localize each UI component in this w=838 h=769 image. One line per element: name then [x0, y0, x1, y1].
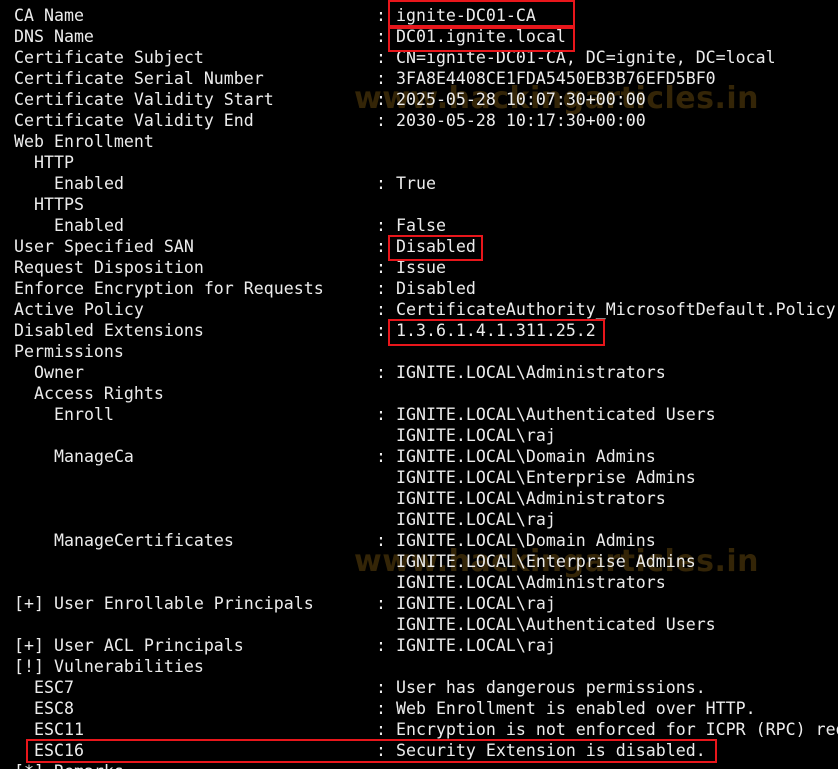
- terminal-line: Disabled Extensions : 1.3.6.1.4.1.311.25.…: [0, 320, 838, 341]
- field-value: : IGNITE.LOCAL\raj: [376, 636, 556, 655]
- terminal-line: ESC16 : Security Extension is disabled.: [0, 740, 838, 761]
- field-value: : Encryption is not enforced for ICPR (R…: [376, 720, 838, 739]
- field-value: IGNITE.LOCAL\Authenticated Users: [376, 615, 716, 634]
- terminal-line: ESC7 : User has dangerous permissions.: [0, 677, 838, 698]
- field-key: Enabled: [54, 216, 124, 235]
- field-key: [*] Remarks: [14, 761, 124, 769]
- terminal-line: ManageCertificates : IGNITE.LOCAL\Domain …: [0, 530, 838, 551]
- terminal-line: IGNITE.LOCAL\raj: [0, 509, 838, 530]
- terminal-line: [!] Vulnerabilities: [0, 656, 838, 677]
- field-key: ESC16: [34, 741, 84, 760]
- terminal-line: Web Enrollment: [0, 131, 838, 152]
- field-key: User Specified SAN: [14, 237, 194, 256]
- field-key: Active Policy: [14, 300, 144, 319]
- field-key: [!] Vulnerabilities: [14, 657, 204, 676]
- field-value: : Disabled: [376, 237, 476, 256]
- field-key: HTTPS: [34, 195, 84, 214]
- field-key: CA Name: [14, 6, 84, 25]
- terminal-output: www.hackingarticles.in www.hackingarticl…: [0, 0, 838, 769]
- terminal-line: Certificate Validity End : 2030-05-28 10:…: [0, 110, 838, 131]
- field-key: Owner: [34, 363, 84, 382]
- field-key: Certificate Validity End: [14, 111, 254, 130]
- terminal-line: IGNITE.LOCAL\Administrators: [0, 488, 838, 509]
- terminal-line: IGNITE.LOCAL\Authenticated Users: [0, 614, 838, 635]
- field-value: : 3FA8E4408CE1FDA5450EB3B76EFD5BF0: [376, 69, 716, 88]
- field-value: : IGNITE.LOCAL\Domain Admins: [376, 447, 656, 466]
- field-key: Request Disposition: [14, 258, 204, 277]
- terminal-line: Active Policy : CertificateAuthority_Micr…: [0, 299, 838, 320]
- terminal-line: Enabled : False: [0, 215, 838, 236]
- field-value: : Issue: [376, 258, 446, 277]
- terminal-line: Certificate Validity Start : 2025-05-28 1…: [0, 89, 838, 110]
- field-value: : IGNITE.LOCAL\raj: [376, 594, 556, 613]
- field-value: : True: [376, 174, 436, 193]
- field-key: ManageCa: [54, 447, 134, 466]
- terminal-line: HTTP: [0, 152, 838, 173]
- field-value: : Disabled: [376, 279, 476, 298]
- terminal-line: Enroll : IGNITE.LOCAL\Authenticated Users: [0, 404, 838, 425]
- field-key: Certificate Subject: [14, 48, 204, 67]
- field-key: Enroll: [54, 405, 114, 424]
- terminal-line: Permissions: [0, 341, 838, 362]
- terminal-line: DNS Name : DC01.ignite.local: [0, 26, 838, 47]
- field-value: : CN=ignite-DC01-CA, DC=ignite, DC=local: [376, 48, 776, 67]
- terminal-line: ManageCa : IGNITE.LOCAL\Domain Admins: [0, 446, 838, 467]
- field-key: ESC8: [34, 699, 74, 718]
- field-key: Disabled Extensions: [14, 321, 204, 340]
- field-value: : CertificateAuthority_MicrosoftDefault.…: [376, 300, 836, 319]
- terminal-line: [+] User ACL Principals : IGNITE.LOCAL\ra…: [0, 635, 838, 656]
- field-key: Permissions: [14, 342, 124, 361]
- field-key: ESC11: [34, 720, 84, 739]
- terminal-line: Enabled : True: [0, 173, 838, 194]
- field-key: DNS Name: [14, 27, 94, 46]
- field-value: : ignite-DC01-CA: [376, 6, 536, 25]
- field-value: IGNITE.LOCAL\raj: [376, 510, 556, 529]
- field-key: Enabled: [54, 174, 124, 193]
- terminal-line: [+] User Enrollable Principals : IGNITE.L…: [0, 593, 838, 614]
- terminal-line: IGNITE.LOCAL\Enterprise Admins: [0, 551, 838, 572]
- field-value: : IGNITE.LOCAL\Domain Admins: [376, 531, 656, 550]
- terminal-line: Request Disposition : Issue: [0, 257, 838, 278]
- field-value: : IGNITE.LOCAL\Authenticated Users: [376, 405, 716, 424]
- field-value: IGNITE.LOCAL\Enterprise Admins: [376, 468, 696, 487]
- field-value: : 2030-05-28 10:17:30+00:00: [376, 111, 646, 130]
- field-value: : 2025-05-28 10:07:30+00:00: [376, 90, 646, 109]
- field-value: : Security Extension is disabled.: [376, 741, 706, 760]
- field-value: : User has dangerous permissions.: [376, 678, 706, 697]
- terminal-line: Owner : IGNITE.LOCAL\Administrators: [0, 362, 838, 383]
- field-key: ESC7: [34, 678, 74, 697]
- terminal-line: ESC8 : Web Enrollment is enabled over HTT…: [0, 698, 838, 719]
- terminal-line: User Specified SAN : Disabled: [0, 236, 838, 257]
- field-value: : False: [376, 216, 446, 235]
- field-value: : 1.3.6.1.4.1.311.25.2: [376, 321, 596, 340]
- field-key: Enforce Encryption for Requests: [14, 279, 324, 298]
- field-key: [+] User ACL Principals: [14, 636, 244, 655]
- terminal-line: Access Rights: [0, 383, 838, 404]
- field-value: IGNITE.LOCAL\raj: [376, 426, 556, 445]
- terminal-line: ESC11 : Encryption is not enforced for IC…: [0, 719, 838, 740]
- terminal-line: IGNITE.LOCAL\raj: [0, 425, 838, 446]
- terminal-line: Certificate Subject : CN=ignite-DC01-CA, …: [0, 47, 838, 68]
- field-key: Web Enrollment: [14, 132, 154, 151]
- field-value: : DC01.ignite.local: [376, 27, 566, 46]
- field-key: Access Rights: [34, 384, 164, 403]
- terminal-line: IGNITE.LOCAL\Enterprise Admins: [0, 467, 838, 488]
- field-key: ManageCertificates: [54, 531, 234, 550]
- field-value: : Web Enrollment is enabled over HTTP.: [376, 699, 756, 718]
- terminal-line: IGNITE.LOCAL\Administrators: [0, 572, 838, 593]
- field-value: IGNITE.LOCAL\Administrators: [376, 573, 666, 592]
- terminal-line: Enforce Encryption for Requests : Disable…: [0, 278, 838, 299]
- terminal-line: Certificate Serial Number : 3FA8E4408CE1F…: [0, 68, 838, 89]
- field-value: IGNITE.LOCAL\Administrators: [376, 489, 666, 508]
- field-value: : IGNITE.LOCAL\Administrators: [376, 363, 666, 382]
- field-key: Certificate Validity Start: [14, 90, 274, 109]
- field-key: Certificate Serial Number: [14, 69, 264, 88]
- field-key: [+] User Enrollable Principals: [14, 594, 314, 613]
- terminal-line: [*] Remarks: [0, 761, 838, 769]
- field-value: IGNITE.LOCAL\Enterprise Admins: [376, 552, 696, 571]
- terminal-line: CA Name : ignite-DC01-CA: [0, 5, 838, 26]
- field-key: HTTP: [34, 153, 74, 172]
- terminal-line: HTTPS: [0, 194, 838, 215]
